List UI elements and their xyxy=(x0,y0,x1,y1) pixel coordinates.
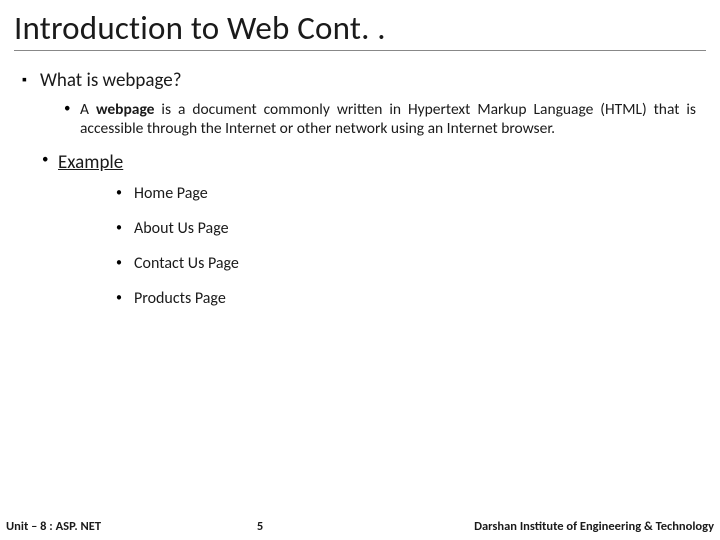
slide-title: Introduction to Web Cont. . xyxy=(14,8,706,51)
definition-prefix: A xyxy=(80,100,96,119)
slide: Introduction to Web Cont. . What is webp… xyxy=(0,0,720,540)
page-number: 5 xyxy=(257,519,263,534)
example-text: Home Page xyxy=(134,184,208,203)
question-item: What is webpage? A webpage is a document… xyxy=(18,69,702,139)
example-text: Products Page xyxy=(134,289,226,308)
sub-list: A webpage is a document commonly written… xyxy=(40,100,702,139)
footer-right: Darshan Institute of Engineering & Techn… xyxy=(474,519,714,534)
definition-rest: is a document commonly written in Hypert… xyxy=(80,100,696,138)
list-item: Contact Us Page xyxy=(58,254,702,273)
example-text: Contact Us Page xyxy=(134,254,239,273)
bullet-list: What is webpage? A webpage is a document… xyxy=(18,69,702,139)
slide-body: What is webpage? A webpage is a document… xyxy=(14,55,706,308)
definition-term: webpage xyxy=(96,100,155,119)
example-list: Home Page About Us Page Contact Us Page … xyxy=(58,184,702,308)
example-section: Example Home Page About Us Page Contact … xyxy=(18,151,702,308)
list-item: About Us Page xyxy=(58,219,702,238)
example-text: About Us Page xyxy=(134,219,229,238)
list-item: Home Page xyxy=(58,184,702,203)
definition-item: A webpage is a document commonly written… xyxy=(40,100,702,139)
example-heading: Example xyxy=(58,151,123,174)
example-heading-item: Example Home Page About Us Page Contact … xyxy=(18,151,702,308)
question-text: What is webpage? xyxy=(40,69,182,92)
list-item: Products Page xyxy=(58,289,702,308)
